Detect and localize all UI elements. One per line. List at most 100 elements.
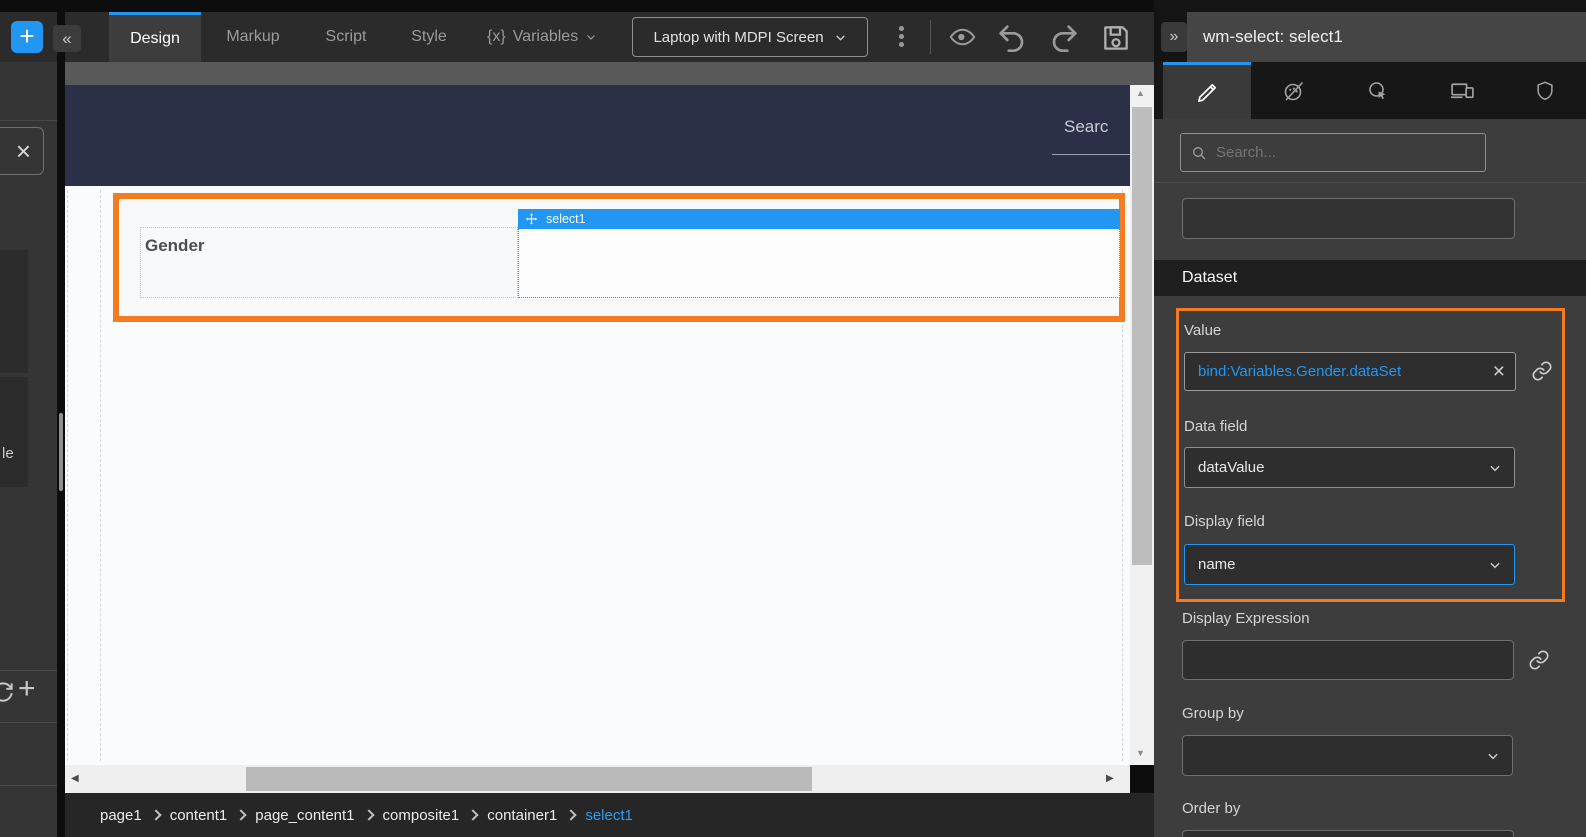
variables-icon: {x}	[487, 28, 506, 46]
expand-icon: »	[1170, 28, 1179, 46]
inspector-header: wm-select: select1	[1187, 12, 1586, 62]
expand-panel-button[interactable]: »	[1161, 22, 1187, 52]
tab-style[interactable]: Style	[394, 12, 464, 62]
value-binding-input[interactable]: bind:Variables.Gender.dataSet ×	[1184, 352, 1516, 391]
sidebar-panel-item[interactable]	[0, 250, 28, 373]
layout-guide	[67, 190, 68, 761]
tab-properties[interactable]	[1163, 62, 1251, 119]
breadcrumb-item-select1[interactable]: select1	[585, 807, 633, 824]
bind-link-icon[interactable]	[1531, 360, 1553, 382]
breadcrumb-item-container1[interactable]: container1	[487, 807, 557, 824]
gender-label-widget[interactable]: Gender	[140, 227, 518, 298]
refresh-icon[interactable]	[0, 678, 16, 704]
device-selector[interactable]: Laptop with MDPI Screen	[632, 17, 868, 57]
more-options-button[interactable]	[893, 23, 909, 53]
dataset-section-header[interactable]: Dataset	[1154, 260, 1586, 296]
chevron-down-icon	[834, 31, 847, 44]
sidebar-scrollbar-thumb[interactable]	[59, 413, 63, 491]
tab-styles[interactable]	[1252, 62, 1336, 119]
tab-devices[interactable]	[1420, 62, 1504, 119]
sidebar-divider	[0, 670, 57, 671]
sidebar-gutter	[57, 12, 65, 837]
chevron-down-icon	[1488, 558, 1502, 572]
canvas-horizontal-scrollbar[interactable]: ◀ ▶	[65, 765, 1130, 793]
undo-icon	[996, 22, 1028, 54]
sidebar-divider	[0, 785, 57, 786]
page-nav-link[interactable]: Searc	[1064, 117, 1108, 137]
close-button[interactable]: ×	[0, 127, 44, 175]
canvas-page-area[interactable]: Gender select1	[65, 186, 1130, 765]
tab-design[interactable]: Design	[109, 12, 201, 62]
scroll-left-icon[interactable]: ◀	[71, 773, 79, 784]
chevron-right-icon	[363, 809, 374, 820]
inspector-panel: » wm-select: select1	[1154, 0, 1586, 837]
scroll-right-icon[interactable]: ▶	[1106, 773, 1114, 784]
panel-divider	[1154, 182, 1586, 183]
tab-markup[interactable]: Markup	[213, 12, 293, 62]
redo-button[interactable]	[1048, 22, 1080, 54]
display-expression-label: Display Expression	[1182, 610, 1310, 627]
data-field-select[interactable]: dataValue	[1184, 447, 1515, 488]
preview-button[interactable]	[946, 23, 979, 51]
group-by-select[interactable]	[1182, 735, 1513, 776]
search-input[interactable]	[1216, 144, 1456, 161]
undo-button[interactable]	[996, 22, 1028, 54]
display-field-select[interactable]: name	[1184, 544, 1515, 585]
chevron-down-icon	[1486, 749, 1500, 763]
tab-script-label: Script	[326, 28, 367, 46]
collapse-sidebar-button[interactable]: «	[53, 25, 81, 52]
pencil-icon	[1196, 81, 1219, 104]
sidebar-panel-item[interactable]: le	[0, 377, 28, 487]
vertical-scrollbar-thumb[interactable]	[1132, 107, 1152, 565]
eye-icon	[946, 23, 979, 51]
horizontal-scrollbar-thumb[interactable]	[246, 767, 812, 791]
bind-link-icon[interactable]	[1528, 649, 1550, 671]
canvas-gray-strip	[65, 62, 1154, 85]
order-by-label: Order by	[1182, 800, 1240, 817]
select-widget-body[interactable]	[518, 229, 1120, 298]
tab-style-label: Style	[411, 28, 447, 46]
tab-events[interactable]	[1336, 62, 1420, 119]
tab-security[interactable]	[1504, 62, 1586, 119]
layout-guide	[100, 190, 101, 761]
property-search-box[interactable]	[1180, 133, 1486, 172]
gender-label: Gender	[145, 236, 205, 256]
chevron-down-icon	[585, 31, 597, 43]
canvas-vertical-scrollbar[interactable]: ▲ ▼	[1130, 85, 1154, 765]
scroll-down-icon[interactable]: ▼	[1136, 748, 1145, 758]
inspect-icon	[1366, 79, 1390, 103]
breadcrumb-item-page1[interactable]: page1	[100, 807, 142, 824]
display-expression-input[interactable]	[1182, 640, 1514, 680]
value-label: Value	[1184, 322, 1221, 339]
chevron-right-icon	[566, 809, 577, 820]
add-button[interactable]: +	[11, 21, 43, 53]
scroll-up-icon[interactable]: ▲	[1136, 88, 1145, 98]
chevron-right-icon	[236, 809, 247, 820]
variables-menu[interactable]: {x} Variables	[487, 12, 597, 62]
value-binding-text: bind:Variables.Gender.dataSet	[1198, 363, 1401, 380]
kebab-menu-icon	[893, 26, 909, 47]
add-widget-icon[interactable]: +	[18, 672, 36, 706]
shield-icon	[1534, 80, 1556, 102]
tab-script[interactable]: Script	[308, 12, 384, 62]
group-by-label: Group by	[1182, 705, 1244, 722]
variables-label: Variables	[513, 28, 579, 46]
page-nav-underline	[1052, 154, 1130, 155]
clear-binding-icon[interactable]: ×	[1493, 361, 1505, 382]
page-header-navy: Searc	[65, 85, 1130, 186]
chevron-right-icon	[468, 809, 479, 820]
breadcrumb-item-content1[interactable]: content1	[170, 807, 228, 824]
collapse-icon: «	[62, 30, 71, 47]
redo-icon	[1048, 22, 1080, 54]
unnamed-input[interactable]	[1182, 198, 1515, 239]
breadcrumb-item-composite1[interactable]: composite1	[383, 807, 460, 824]
highlighted-container[interactable]: Gender select1	[113, 193, 1125, 322]
selected-widget-header[interactable]: select1	[518, 209, 1120, 229]
order-by-input[interactable]	[1182, 830, 1514, 837]
dataset-section-title: Dataset	[1182, 269, 1237, 287]
wavemaker-studio: × le + + « Design Markup Script Style {x	[0, 0, 1586, 837]
toolbar-divider	[930, 20, 931, 54]
palette-icon	[1282, 79, 1306, 103]
breadcrumb-item-page-content1[interactable]: page_content1	[255, 807, 354, 824]
save-button[interactable]	[1100, 22, 1132, 54]
